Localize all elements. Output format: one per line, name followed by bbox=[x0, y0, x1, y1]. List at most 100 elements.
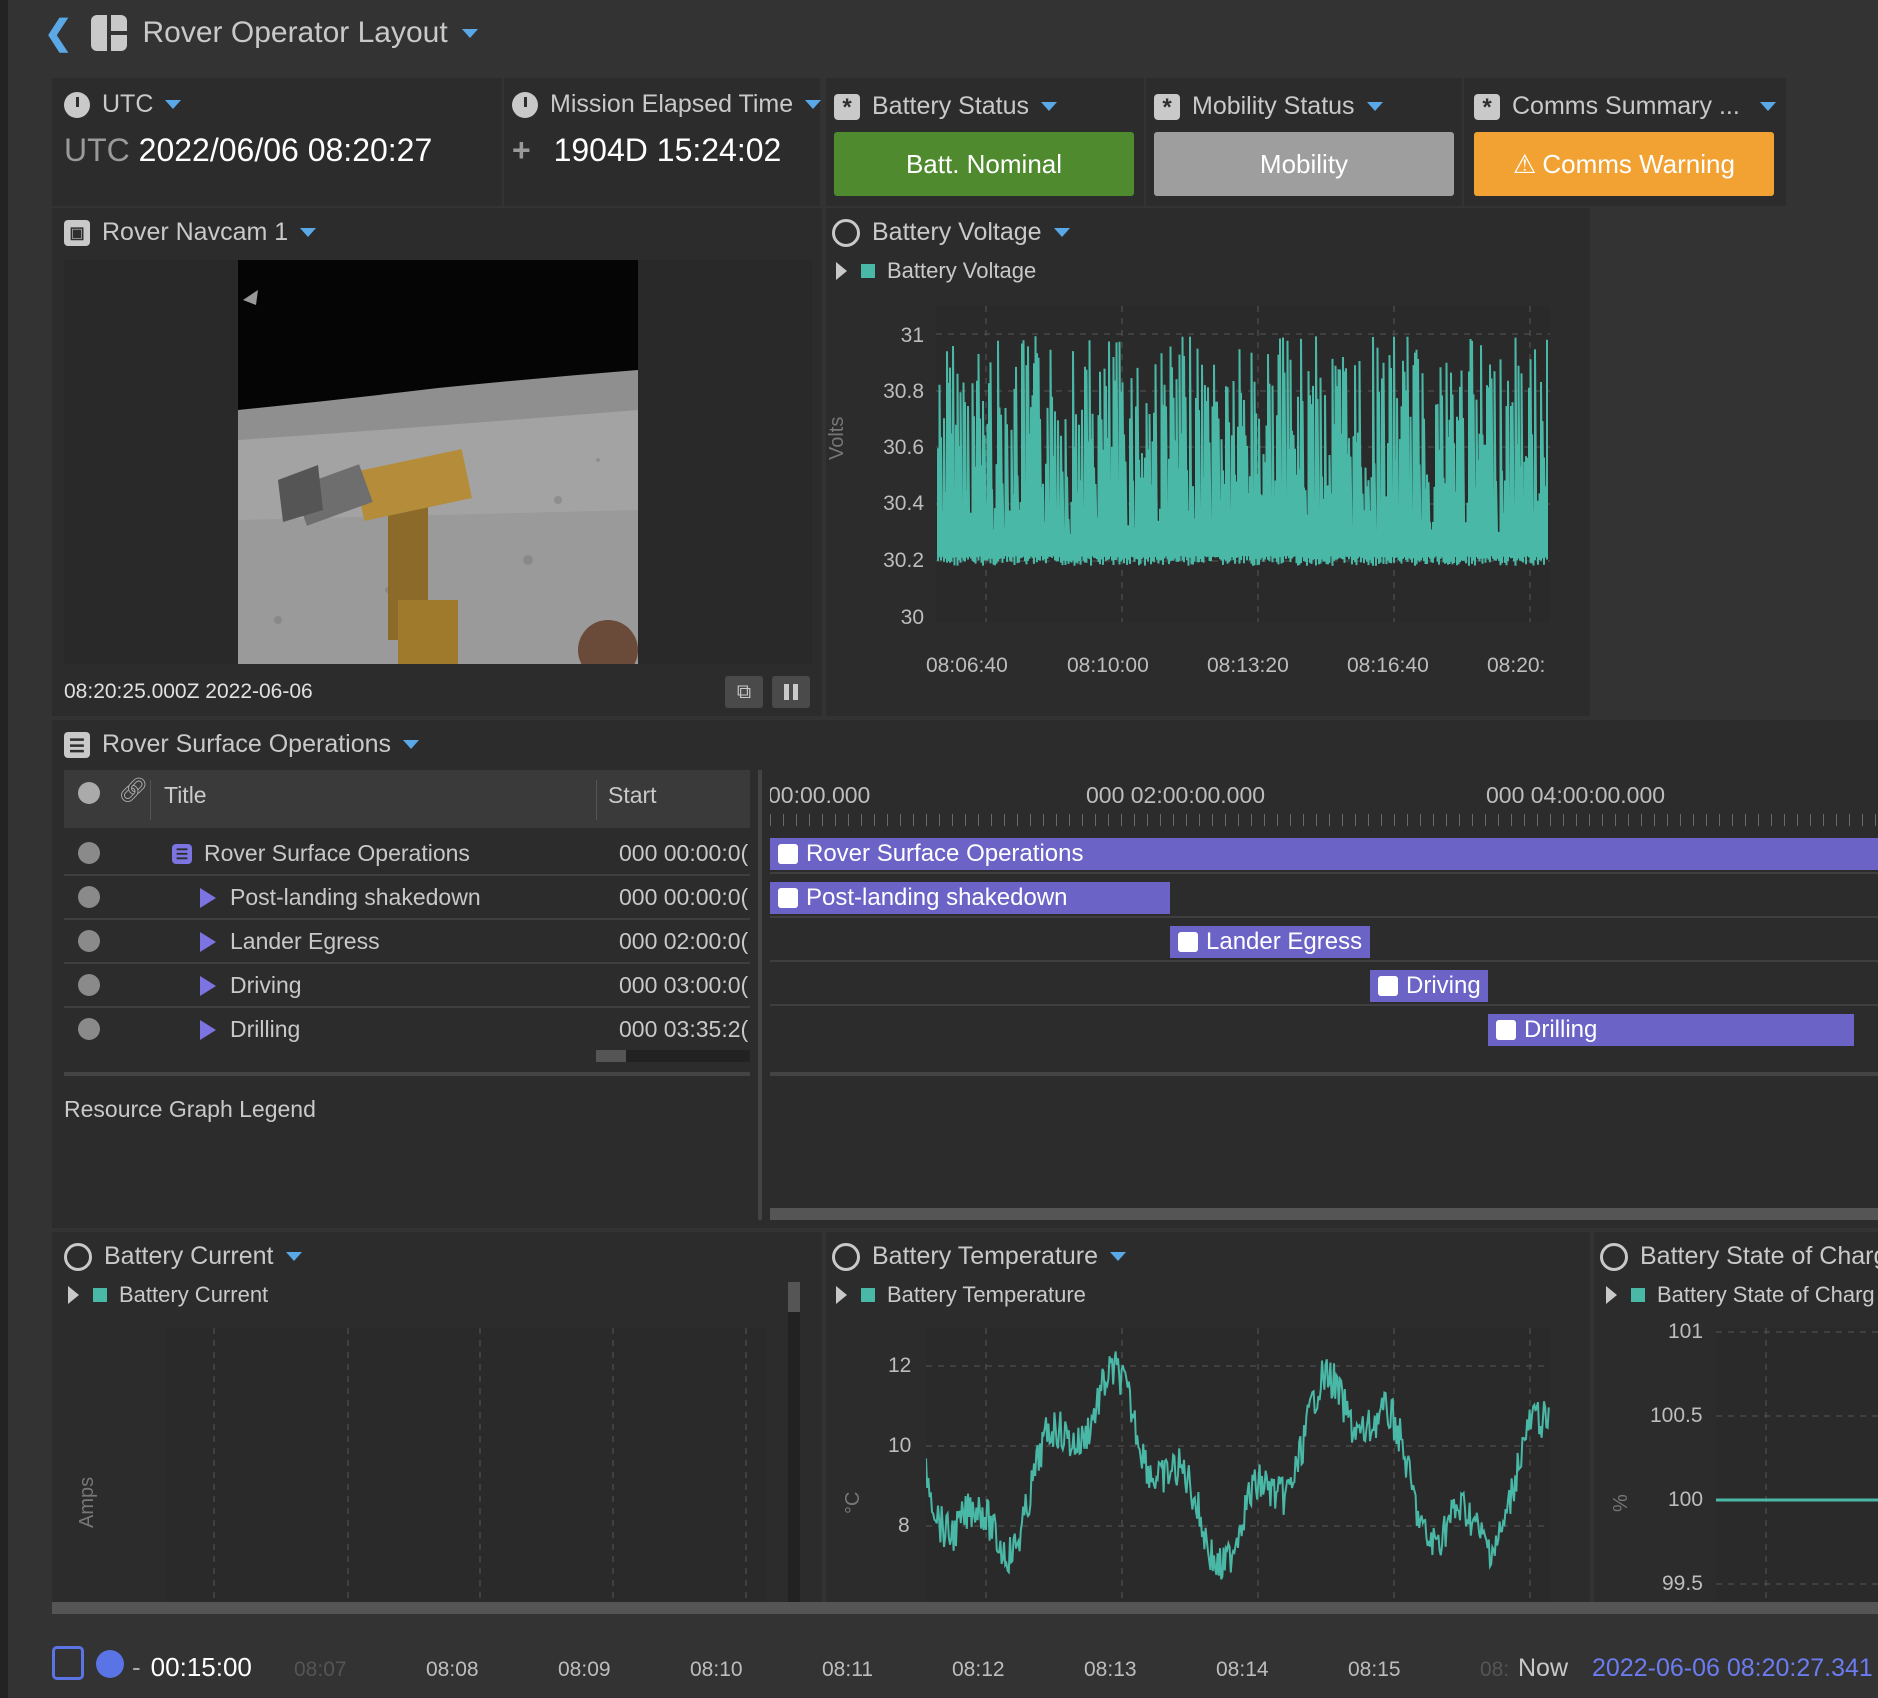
battery-current-caret-icon[interactable] bbox=[285, 1252, 302, 1261]
battery-temperature-legend[interactable]: Battery Temperature bbox=[836, 1282, 1086, 1308]
timeline-ruler bbox=[770, 814, 1878, 826]
row-title-text: Lander Egress bbox=[230, 928, 380, 954]
utc-caret-icon[interactable] bbox=[165, 100, 182, 109]
operations-caret-icon[interactable] bbox=[403, 740, 420, 749]
timeline-row-divider bbox=[770, 1004, 1878, 1006]
mobility-status-caret-icon[interactable] bbox=[1366, 102, 1383, 111]
duration-row[interactable]: -00:15:00 bbox=[132, 1652, 252, 1683]
timeline-bar-post-landing-shakedown[interactable]: Post-landing shakedown bbox=[770, 882, 1170, 914]
time-tick: 08:09 bbox=[558, 1658, 611, 1681]
arrow-icon bbox=[1378, 976, 1398, 996]
expand-triangle-icon[interactable] bbox=[836, 1286, 847, 1304]
battery-soc-plot[interactable] bbox=[1716, 1328, 1878, 1602]
title-dropdown-caret-icon[interactable] bbox=[461, 28, 478, 38]
navcam-image bbox=[238, 260, 638, 664]
row-sync-icon[interactable] bbox=[78, 930, 100, 952]
timeline-bar-drilling[interactable]: Drilling bbox=[1488, 1014, 1854, 1046]
battery-voltage-label: Battery Voltage bbox=[872, 218, 1042, 246]
left-edge-strip bbox=[0, 0, 8, 1698]
battery-temperature-plot[interactable] bbox=[926, 1328, 1550, 1602]
mobility-status-text: Mobility bbox=[1259, 148, 1349, 179]
row-sync-icon[interactable] bbox=[78, 1018, 100, 1040]
plus-icon: + bbox=[512, 132, 531, 168]
time-mode-icon[interactable] bbox=[52, 1646, 84, 1680]
popout-button[interactable]: ⧉ bbox=[725, 676, 763, 708]
plan-icon: ☰ bbox=[64, 731, 90, 758]
utc-title[interactable]: UTC bbox=[64, 90, 182, 119]
pause-button[interactable] bbox=[772, 676, 810, 708]
time-axis[interactable]: 08:07 08:08 08:09 08:10 08:11 08:12 08:1… bbox=[290, 1640, 1510, 1698]
comms-summary-title[interactable]: * Comms Summary ... bbox=[1474, 92, 1776, 121]
time-tick: 08:07 bbox=[294, 1658, 347, 1681]
row-sync-icon[interactable] bbox=[78, 886, 100, 908]
row-divider bbox=[64, 874, 750, 876]
series-swatch bbox=[1631, 1288, 1645, 1302]
page-hscroll[interactable] bbox=[52, 1602, 1878, 1614]
timeline-bar-driving[interactable]: Driving bbox=[1370, 970, 1488, 1002]
pane-splitter[interactable] bbox=[758, 770, 762, 1220]
ytick: 100.5 bbox=[1650, 1404, 1703, 1427]
bar-label: Post-landing shakedown bbox=[806, 884, 1068, 911]
table-hscroll[interactable] bbox=[596, 1050, 750, 1062]
column-start[interactable]: Start bbox=[608, 782, 657, 809]
battery-temperature-caret-icon[interactable] bbox=[1110, 1252, 1127, 1261]
timeline-bar-rover-surface-operations[interactable]: Rover Surface Operations bbox=[770, 838, 1878, 870]
met-title[interactable]: Mission Elapsed Time bbox=[512, 90, 822, 119]
row-title: ☰ Rover Surface Operations bbox=[172, 840, 470, 867]
sync-icon[interactable] bbox=[78, 782, 100, 804]
battery-soc-legend[interactable]: Battery State of Charg bbox=[1606, 1282, 1875, 1308]
now-value[interactable]: 2022-06-06 08:20:27.341 bbox=[1592, 1654, 1873, 1683]
plot-icon bbox=[832, 1242, 860, 1271]
pause-icon bbox=[784, 684, 789, 700]
battery-voltage-legend-label: Battery Voltage bbox=[887, 258, 1037, 283]
time-tick: 08:11 bbox=[822, 1658, 873, 1681]
plan-icon: ☰ bbox=[172, 843, 192, 864]
row-sync-icon[interactable] bbox=[78, 974, 100, 996]
clock-mode-icon[interactable] bbox=[96, 1650, 124, 1678]
time-tick: 08:10 bbox=[690, 1658, 743, 1681]
battery-soc-title[interactable]: Battery State of Charg bbox=[1600, 1242, 1878, 1271]
expand-triangle-icon[interactable] bbox=[1606, 1286, 1617, 1304]
battery-voltage-plot[interactable] bbox=[936, 306, 1550, 622]
battery-current-title[interactable]: Battery Current bbox=[64, 1242, 302, 1271]
timeline-hscroll[interactable] bbox=[770, 1208, 1878, 1220]
row-divider bbox=[64, 1006, 750, 1008]
expand-triangle-icon[interactable] bbox=[836, 262, 847, 280]
column-title[interactable]: Title bbox=[164, 782, 207, 809]
battery-current-legend[interactable]: Battery Current bbox=[68, 1282, 268, 1308]
ytick: 12 bbox=[888, 1354, 912, 1377]
now-label[interactable]: Now bbox=[1518, 1654, 1568, 1683]
back-chevron-icon[interactable]: ❮ bbox=[44, 13, 73, 53]
mobility-status-button[interactable]: Mobility bbox=[1154, 132, 1454, 196]
comms-warning-button[interactable]: ⚠ Comms Warning bbox=[1474, 132, 1774, 196]
navcam-timestamp: 08:20:25.000Z 2022-06-06 bbox=[64, 680, 313, 703]
battery-status-title[interactable]: * Battery Status bbox=[834, 92, 1058, 121]
ytick: 100 bbox=[1668, 1488, 1704, 1511]
battery-voltage-caret-icon[interactable] bbox=[1053, 228, 1070, 237]
ytick: 30.8 bbox=[883, 380, 924, 403]
link-icon[interactable]: 🔗︎ bbox=[118, 776, 148, 805]
met-caret-icon[interactable] bbox=[805, 100, 822, 109]
xtick: 08:16:40 bbox=[1347, 654, 1429, 677]
battery-current-plot[interactable] bbox=[166, 1328, 766, 1602]
comms-summary-caret-icon[interactable] bbox=[1759, 102, 1776, 111]
battery-voltage-title[interactable]: Battery Voltage bbox=[832, 218, 1070, 247]
row-sync-icon[interactable] bbox=[78, 842, 100, 864]
battery-status-caret-icon[interactable] bbox=[1041, 102, 1058, 111]
expand-triangle-icon[interactable] bbox=[68, 1286, 79, 1304]
navcam-title[interactable]: ▣ Rover Navcam 1 bbox=[64, 218, 317, 247]
operations-title[interactable]: ☰ Rover Surface Operations bbox=[64, 730, 420, 759]
bar-label: Drilling bbox=[1524, 1016, 1598, 1043]
plot-icon bbox=[64, 1242, 92, 1271]
navcam-caret-icon[interactable] bbox=[300, 228, 317, 237]
mobility-status-title[interactable]: * Mobility Status bbox=[1154, 92, 1383, 121]
activity-arrow-icon bbox=[200, 887, 216, 908]
timeline-bar-lander-egress[interactable]: Lander Egress bbox=[1170, 926, 1370, 958]
row-title: Lander Egress bbox=[200, 928, 380, 955]
battery-temperature-title[interactable]: Battery Temperature bbox=[832, 1242, 1127, 1271]
battery-status-button[interactable]: Batt. Nominal bbox=[834, 132, 1134, 196]
legend-scrollbar[interactable] bbox=[788, 1282, 800, 1602]
time-tick: 08:12 bbox=[952, 1658, 1005, 1681]
xtick: 08:06:40 bbox=[926, 654, 1008, 677]
battery-voltage-legend[interactable]: Battery Voltage bbox=[836, 258, 1036, 284]
